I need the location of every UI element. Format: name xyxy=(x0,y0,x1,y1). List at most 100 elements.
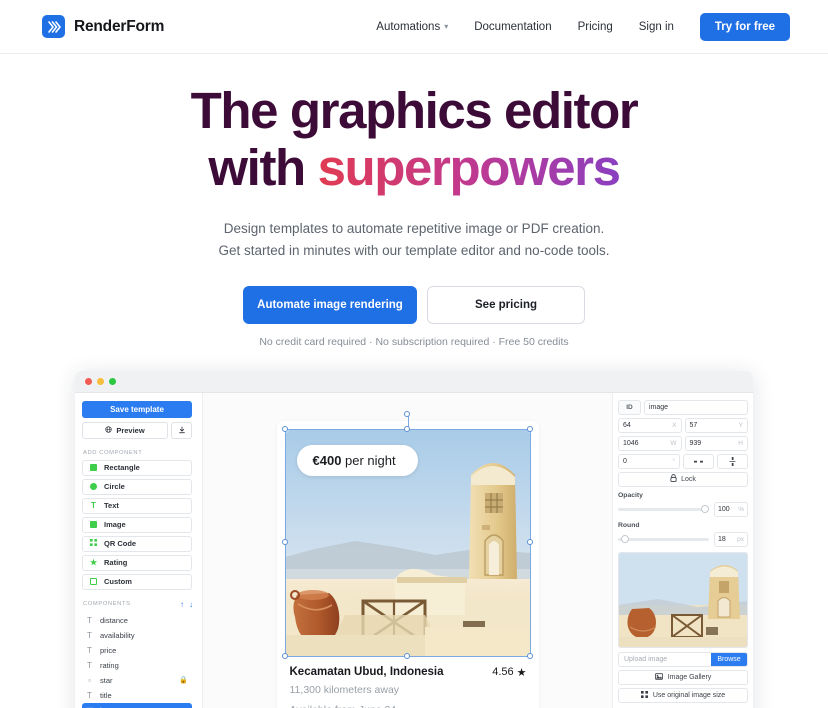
x-input[interactable]: 64 X xyxy=(618,417,682,433)
lock-icon xyxy=(670,474,677,484)
custom-icon: ▫ xyxy=(88,675,91,685)
opacity-suffix: % xyxy=(738,505,744,513)
round-input[interactable]: 18 px xyxy=(714,531,748,547)
qrcode-icon xyxy=(90,539,97,548)
add-component-circle[interactable]: Circle xyxy=(82,478,192,495)
components-label: COMPONENTS xyxy=(83,601,131,608)
try-for-free-button[interactable]: Try for free xyxy=(699,12,790,41)
nav-link-signin[interactable]: Sign in xyxy=(639,21,674,33)
window-close-icon[interactable] xyxy=(85,377,92,385)
text-icon: T xyxy=(87,645,92,655)
image-thumbnail[interactable] xyxy=(618,551,748,648)
add-component-image[interactable]: Image xyxy=(82,516,192,533)
preview-button[interactable]: Preview xyxy=(82,421,168,439)
id-row: ID image xyxy=(618,399,748,415)
nav-link-documentation[interactable]: Documentation xyxy=(474,21,551,33)
arrow-down-icon[interactable]: ↓ xyxy=(189,600,193,609)
round-row: 18 px xyxy=(618,531,748,547)
arrow-up-icon[interactable]: ↑ xyxy=(180,600,184,609)
layer-item-star[interactable]: ▫ star 🔒 xyxy=(82,673,192,688)
card-title-row: Kecamatan Ubud, Indonesia 4.56 ★ xyxy=(290,666,527,679)
chevron-down-icon: ▾ xyxy=(444,22,449,31)
flip-horizontal-icon[interactable] xyxy=(683,453,714,469)
layer-item-rating[interactable]: T rating xyxy=(82,658,192,673)
component-label: Image xyxy=(104,520,126,530)
image-gallery-label: Image Gallery xyxy=(667,673,712,681)
top-navbar: RenderForm Automations ▾ Documentation P… xyxy=(0,0,828,54)
rotation-stem xyxy=(407,414,409,430)
nav-link-automations[interactable]: Automations ▾ xyxy=(376,21,448,33)
hero-subtitle-line2: Get started in minutes with our template… xyxy=(218,243,610,259)
upload-image-input[interactable]: Upload image xyxy=(619,653,711,666)
round-suffix: px xyxy=(737,535,744,543)
nav-link-pricing[interactable]: Pricing xyxy=(578,21,613,33)
lock-button[interactable]: Lock xyxy=(618,471,748,487)
use-original-image-size-button[interactable]: Use original image size xyxy=(618,687,748,703)
round-label: Round xyxy=(618,521,640,529)
flip-vertical-icon[interactable] xyxy=(717,453,748,469)
nav-link-label: Automations xyxy=(376,20,441,33)
round-slider[interactable] xyxy=(618,534,709,543)
image-gallery-button[interactable]: Image Gallery xyxy=(618,669,748,685)
browse-button[interactable]: Browse xyxy=(711,652,747,666)
component-label: QR Code xyxy=(104,539,137,549)
add-component-rating[interactable]: ★ Rating xyxy=(82,554,192,571)
id-input[interactable]: image xyxy=(644,399,748,415)
opacity-row: 100 % xyxy=(618,501,748,517)
add-component-qrcode[interactable]: QR Code xyxy=(82,535,192,552)
text-icon: T xyxy=(87,660,92,670)
square-icon xyxy=(90,464,97,472)
card-image[interactable]: €400 per night xyxy=(284,428,531,657)
layer-label: rating xyxy=(100,660,119,670)
opacity-input[interactable]: 100 % xyxy=(714,501,748,517)
layer-item-distance[interactable]: T distance xyxy=(82,613,192,628)
add-component-custom[interactable]: Custom xyxy=(82,573,192,590)
santorini-thumbnail xyxy=(619,552,747,647)
card-subtitle-availability: Available from June 24 xyxy=(290,703,527,708)
add-component-text[interactable]: T Text xyxy=(82,497,192,514)
rotation-input[interactable]: 0 ° xyxy=(618,453,680,469)
layer-item-price[interactable]: T price xyxy=(82,643,192,658)
price-amount: €400 xyxy=(312,452,342,468)
download-icon[interactable] xyxy=(171,421,192,439)
y-input[interactable]: 57 Y xyxy=(684,417,748,433)
width-input[interactable]: 1046 W xyxy=(618,435,682,451)
card-meta: Kecamatan Ubud, Indonesia 4.56 ★ 11,300 … xyxy=(277,657,539,708)
properties-panel: ID image 64 X 57 Y 1046 W 939 H 0 ° Lock… xyxy=(613,392,753,708)
lock-icon[interactable]: 🔒 xyxy=(179,676,188,684)
hero-title-accent: superpowers xyxy=(317,139,621,197)
editor-canvas[interactable]: €400 per night Kecamatan Ubud, Indonesia… xyxy=(203,392,613,708)
add-component-rectangle[interactable]: Rectangle xyxy=(82,459,192,476)
height-value: 939 xyxy=(689,439,702,447)
automate-image-rendering-button[interactable]: Automate image rendering xyxy=(243,285,417,324)
editor-sidebar: Save template Preview ADD COMPONENT Rect… xyxy=(75,392,203,708)
save-template-button[interactable]: Save template xyxy=(82,400,192,418)
layer-item-image[interactable]: ▣ image xyxy=(82,702,192,708)
layer-item-title[interactable]: T title xyxy=(82,688,192,703)
custom-icon xyxy=(90,578,97,586)
window-maximize-icon[interactable] xyxy=(109,377,116,385)
components-header: COMPONENTS ↑ ↓ xyxy=(83,600,193,609)
nav-links: Automations ▾ Documentation Pricing Sign… xyxy=(376,12,790,41)
rotation-suffix: ° xyxy=(672,457,675,465)
round-slider-knob[interactable] xyxy=(620,534,629,543)
opacity-slider-knob[interactable] xyxy=(701,504,709,513)
brand-logo[interactable]: RenderForm xyxy=(42,15,164,38)
star-icon: ★ xyxy=(90,557,98,567)
rotation-value: 0 xyxy=(623,457,627,465)
preview-button-label: Preview xyxy=(116,425,145,435)
component-label: Custom xyxy=(104,577,132,587)
hero-section: The graphics editor with superpowers Des… xyxy=(0,54,828,348)
opacity-slider[interactable] xyxy=(618,504,709,513)
card-subtitle-distance: 11,300 kilometers away xyxy=(289,683,400,696)
layer-item-availability[interactable]: T availability xyxy=(82,628,192,643)
width-suffix: W xyxy=(670,439,677,447)
rotate-handle[interactable] xyxy=(404,410,410,417)
opacity-value: 100 xyxy=(718,505,730,513)
see-pricing-button[interactable]: See pricing xyxy=(427,285,585,324)
text-icon: T xyxy=(87,690,92,700)
x-suffix: X xyxy=(672,421,677,429)
globe-icon xyxy=(105,426,112,435)
height-input[interactable]: 939 H xyxy=(684,435,748,451)
window-minimize-icon[interactable] xyxy=(97,377,104,385)
